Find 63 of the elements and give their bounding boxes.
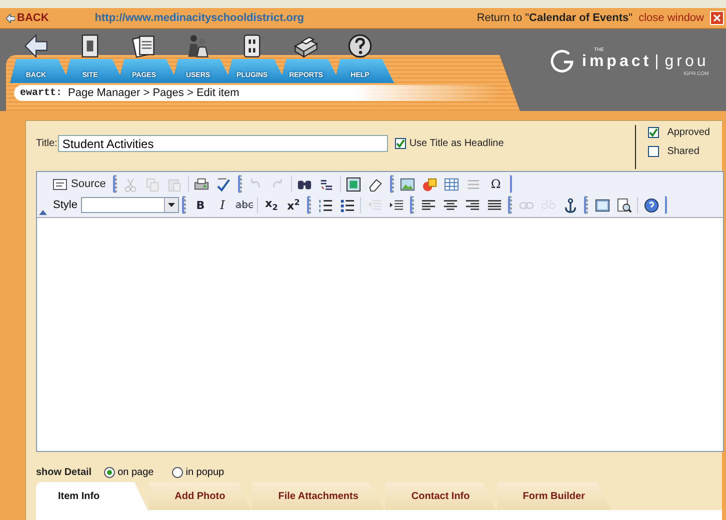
printer-icon	[194, 176, 210, 192]
flag-checkbox[interactable]	[648, 127, 660, 138]
radio-button[interactable]	[104, 466, 115, 478]
copy-icon	[145, 176, 160, 192]
outdent-icon	[366, 198, 382, 212]
back-link[interactable]: BACK	[6, 12, 49, 24]
tab[interactable]: Add Photo	[148, 482, 252, 510]
format-button[interactable]: x$_{2}$	[260, 196, 282, 214]
format-button[interactable]: B	[189, 196, 212, 214]
title-label: Title:	[36, 138, 58, 149]
title-field[interactable]: Student Activities	[58, 135, 388, 152]
logo-text: impact | grou	[582, 53, 709, 71]
image-icon	[400, 176, 416, 192]
close-window-link[interactable]: close window	[638, 12, 704, 24]
tab[interactable]: Item Info	[36, 482, 148, 510]
detail-option[interactable]: in popup	[172, 466, 224, 478]
flag-checkbox[interactable]	[648, 146, 660, 157]
breadcrumb-path: Page Manager > Pages > Edit item	[68, 87, 240, 99]
help-icon	[644, 198, 659, 212]
radio-button[interactable]	[172, 466, 183, 478]
headline-checkbox[interactable]	[395, 138, 406, 149]
flag-label: Approved	[667, 127, 710, 138]
source-button[interactable]: Source	[49, 175, 110, 193]
checkmark-icon	[216, 176, 232, 192]
pages-icon	[131, 33, 157, 59]
tab[interactable]: File Attachments	[252, 482, 384, 510]
format-button[interactable]: I	[211, 196, 234, 214]
numbered-list-icon	[318, 198, 333, 212]
justify-icon	[486, 198, 502, 212]
back-icon	[23, 33, 49, 59]
anchor-icon	[562, 198, 578, 212]
scissors-icon	[123, 176, 138, 192]
format-button[interactable]: x$^{2}$	[282, 196, 304, 214]
eraser-icon	[368, 176, 384, 192]
format-button[interactable]: Ω	[484, 175, 507, 193]
preview-icon	[616, 198, 632, 212]
collapse-icon[interactable]	[39, 210, 47, 215]
align-left-icon	[420, 198, 436, 212]
style-dropdown[interactable]	[81, 197, 180, 213]
style-label: Style	[52, 199, 78, 211]
flag-label: Shared	[667, 146, 700, 157]
detail-option[interactable]: on page	[104, 466, 154, 478]
align-right-icon	[464, 198, 480, 212]
user-name: ewartt:	[20, 88, 62, 98]
logo-icon	[550, 49, 576, 75]
paste-icon	[167, 176, 182, 192]
detail-label: show Detail	[36, 466, 92, 478]
arrow-icon	[6, 14, 15, 22]
help-icon	[347, 33, 373, 59]
flash-icon	[422, 176, 438, 192]
close-icon[interactable]	[710, 11, 724, 25]
indent-icon	[388, 198, 404, 212]
tab[interactable]: Contact Info	[385, 482, 496, 510]
table-icon	[444, 176, 460, 192]
select-all-icon	[346, 176, 362, 192]
source-icon	[53, 178, 67, 190]
caret-icon	[168, 203, 176, 207]
return-text: Return to "Calendar of Events"	[476, 12, 633, 24]
blocks-icon	[594, 198, 610, 212]
headline-label: Use Title as Headline	[409, 138, 504, 149]
tab[interactable]: Form Builder	[496, 482, 611, 510]
bullet-list-icon	[340, 198, 355, 212]
align-center-icon	[442, 198, 458, 212]
